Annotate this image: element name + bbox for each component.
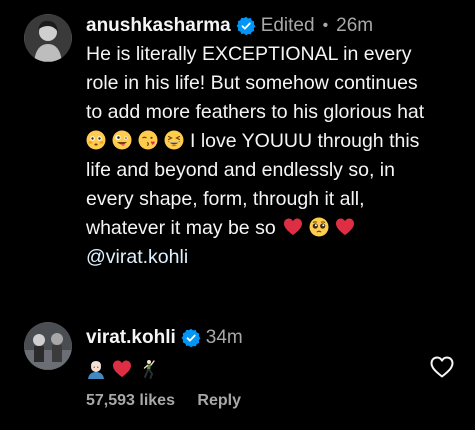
- pleading-face-emoji-icon: [309, 217, 329, 237]
- timestamp[interactable]: 26m: [336, 14, 373, 38]
- comment-text-line: @virat.kohli: [86, 243, 455, 272]
- reply-button[interactable]: Reply: [197, 392, 241, 409]
- comment-footer: 57,593 likes Reply: [86, 392, 241, 410]
- avatar-virat-kohli[interactable]: [24, 322, 72, 370]
- comment-text-line: life and beyond and endlessly so, in: [86, 159, 395, 181]
- flushed-face-emoji-icon: [86, 130, 106, 150]
- mention-link[interactable]: @virat.kohli: [86, 246, 188, 268]
- red-heart-emoji-icon: [284, 218, 303, 235]
- comment-text-segment: I love YOUUU through this: [190, 130, 420, 152]
- avatar-anushkasharma[interactable]: [24, 14, 72, 62]
- comment-text-line: I love YOUUU through this: [86, 127, 455, 156]
- comment-text-line: He is literally EXCEPTIONAL in every: [86, 43, 412, 65]
- username-anushkasharma[interactable]: anushkasharma: [86, 14, 231, 38]
- username-virat-kohli[interactable]: virat.kohli: [86, 326, 176, 350]
- like-heart-icon[interactable]: [430, 356, 454, 378]
- comment-text-line: whatever it may be so: [86, 214, 455, 243]
- timestamp[interactable]: 34m: [206, 326, 243, 350]
- comment-text-line: to add more feathers to his glorious hat: [86, 101, 425, 123]
- zany-face-emoji-icon: [112, 130, 132, 150]
- verified-badge-icon: [236, 16, 256, 36]
- separator-dot: •: [322, 17, 329, 34]
- comment-text-line: role in his life! But somehow continues: [86, 72, 418, 94]
- verified-badge-icon: [181, 328, 201, 348]
- comment-text: [86, 356, 455, 385]
- man-white-hair-emoji-icon: [88, 361, 104, 379]
- comment-text-line: every shape, form, through it all,: [86, 188, 365, 210]
- man-dancing-emoji-icon: [143, 360, 155, 379]
- comment-text-segment: whatever it may be so: [86, 217, 276, 239]
- likes-count[interactable]: 57,593 likes: [86, 392, 175, 409]
- edited-label: Edited: [260, 15, 315, 36]
- red-heart-emoji-icon: [336, 218, 355, 235]
- red-heart-emoji-icon: [113, 360, 131, 377]
- face-blowing-kiss-emoji-icon: [138, 130, 158, 150]
- grinning-squinting-face-emoji-icon: [164, 130, 184, 150]
- comment-text: He is literally EXCEPTIONAL in every rol…: [86, 40, 455, 272]
